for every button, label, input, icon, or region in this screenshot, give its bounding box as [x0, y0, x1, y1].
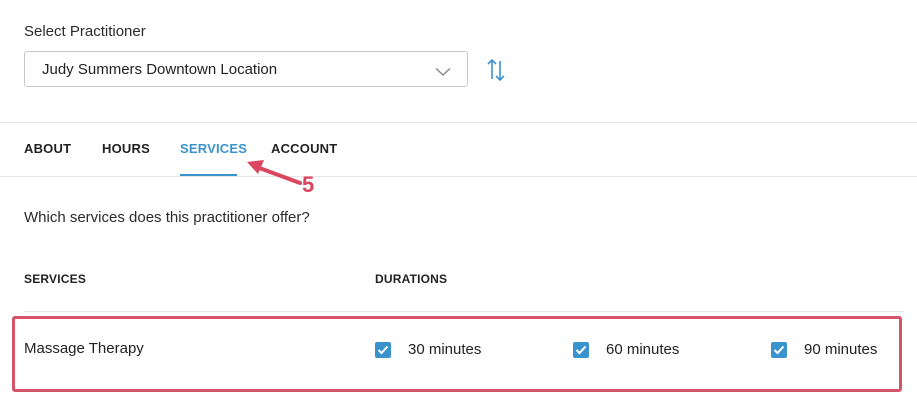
select-practitioner-label: Select Practitioner — [24, 23, 146, 40]
checkbox-checked-icon[interactable] — [771, 342, 787, 358]
annotation-step-number: 5 — [302, 172, 315, 197]
duration-label: 60 minutes — [606, 341, 680, 358]
divider — [0, 122, 917, 123]
divider — [0, 176, 917, 177]
divider — [24, 311, 904, 312]
tab-services[interactable]: SERVICES — [180, 141, 247, 156]
services-column-header: SERVICES — [24, 272, 87, 286]
practitioner-select[interactable]: Judy Summers Downtown Location — [24, 51, 468, 87]
chevron-down-icon — [435, 64, 451, 82]
checkbox-checked-icon[interactable] — [375, 342, 391, 358]
annotation-arrow-icon — [244, 152, 304, 193]
checkbox-checked-icon[interactable] — [573, 342, 589, 358]
durations-column-header: DURATIONS — [375, 272, 448, 286]
services-question: Which services does this practitioner of… — [24, 209, 310, 226]
service-name: Massage Therapy — [24, 340, 144, 357]
tab-hours[interactable]: HOURS — [102, 141, 150, 156]
swap-sort-icon[interactable] — [486, 58, 506, 87]
practitioner-select-value: Judy Summers Downtown Location — [42, 61, 278, 78]
duration-label: 30 minutes — [408, 341, 482, 358]
duration-label: 90 minutes — [804, 341, 878, 358]
tab-about[interactable]: ABOUT — [24, 141, 71, 156]
